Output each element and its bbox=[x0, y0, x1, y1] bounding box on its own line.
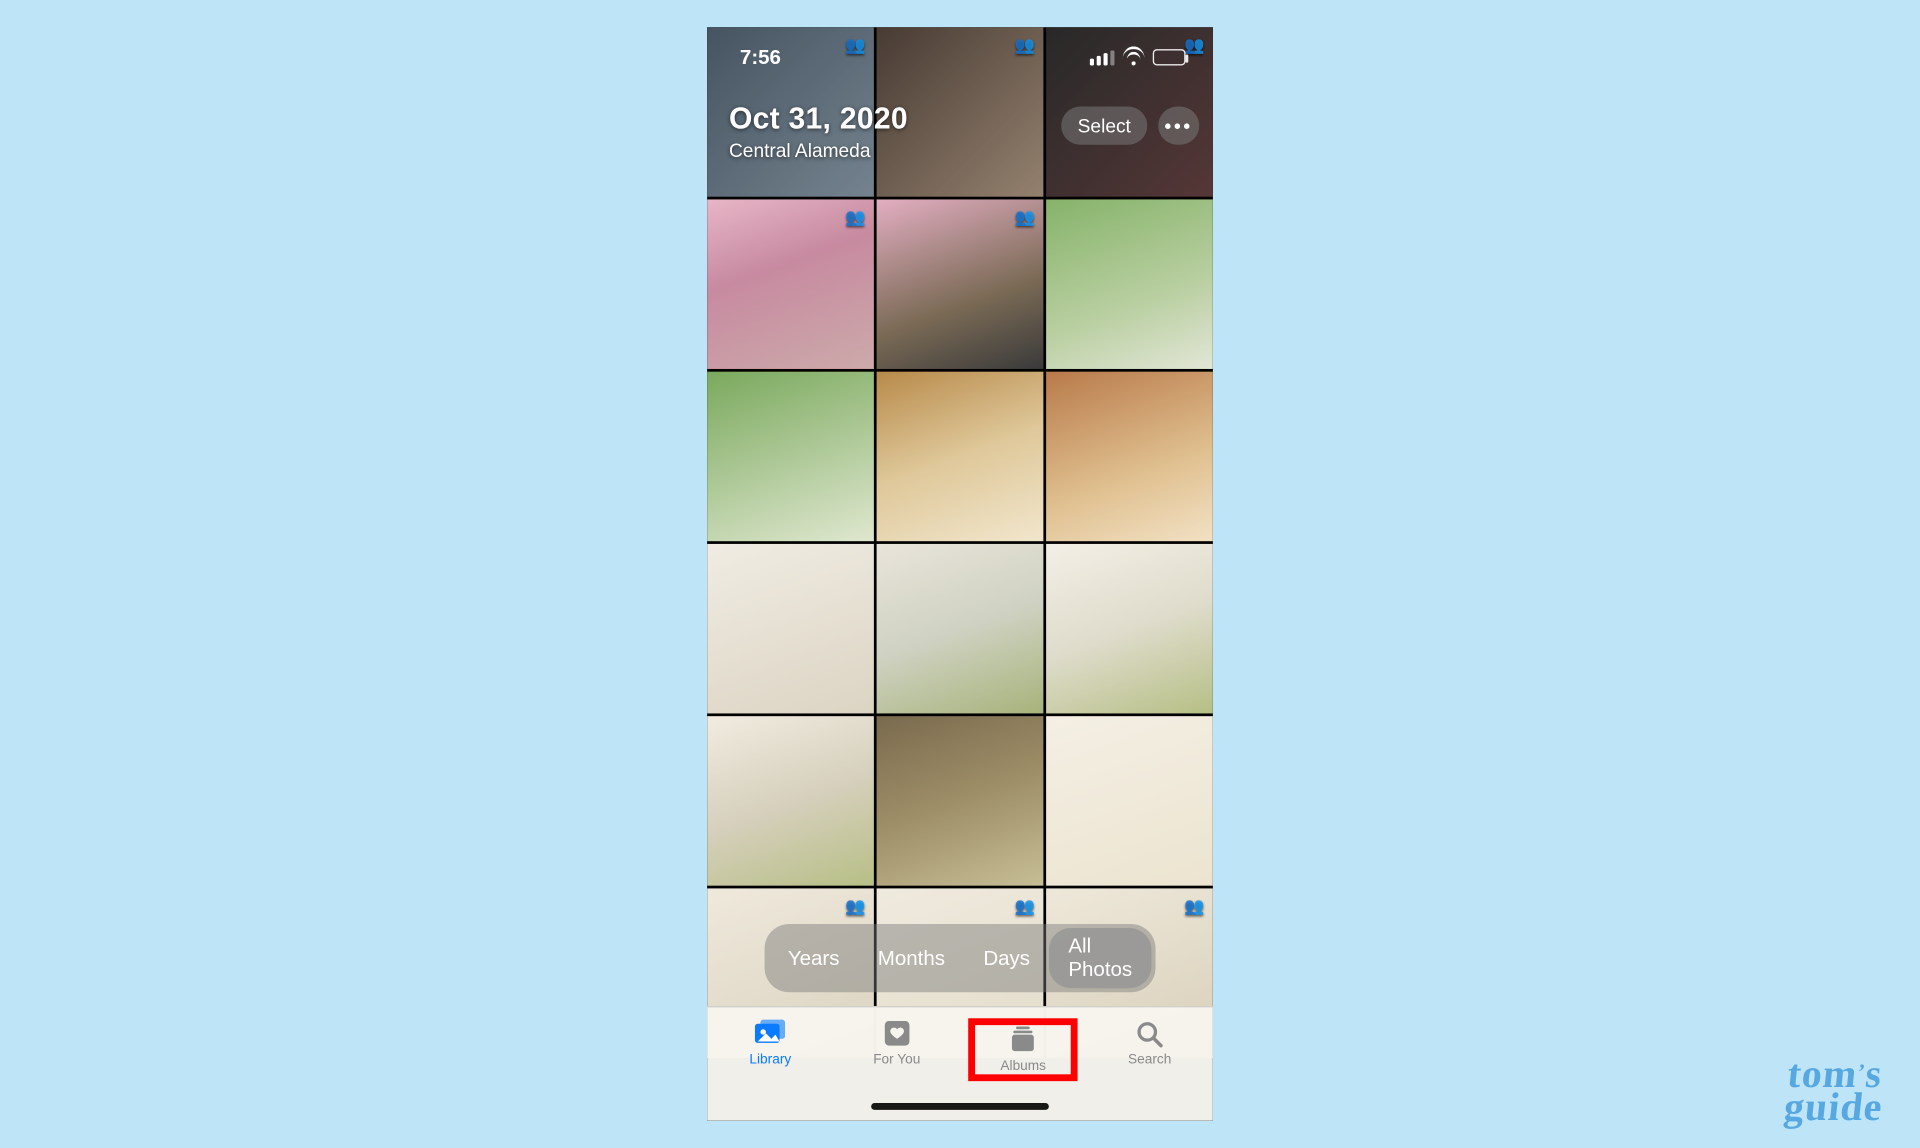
photo-thumbnail[interactable] bbox=[877, 372, 1044, 542]
photo-thumbnail[interactable] bbox=[1046, 544, 1213, 714]
segment-months[interactable]: Months bbox=[859, 940, 965, 977]
photo-thumbnail[interactable]: 👥 bbox=[877, 199, 1044, 369]
segment-years[interactable]: Years bbox=[769, 940, 859, 977]
albums-icon bbox=[1005, 1025, 1041, 1055]
photo-thumbnail[interactable]: 👥 bbox=[707, 199, 874, 369]
people-badge-icon: 👥 bbox=[1015, 897, 1035, 916]
tab-label: Library bbox=[749, 1052, 791, 1067]
people-badge-icon: 👥 bbox=[845, 208, 865, 227]
header-date: Oct 31, 2020 bbox=[729, 101, 908, 137]
more-button[interactable]: ••• bbox=[1158, 106, 1199, 144]
photo-thumbnail[interactable] bbox=[1046, 199, 1213, 369]
tab-albums[interactable]: Albums bbox=[969, 1018, 1078, 1081]
search-icon bbox=[1132, 1018, 1168, 1048]
people-badge-icon: 👥 bbox=[1015, 208, 1035, 227]
photo-thumbnail[interactable] bbox=[707, 372, 874, 542]
watermark-line2: guide bbox=[1782, 1091, 1884, 1124]
people-badge-icon: 👥 bbox=[1184, 897, 1204, 916]
for-you-icon bbox=[879, 1018, 915, 1048]
watermark-toms-guide: tom’s guide bbox=[1782, 1058, 1887, 1124]
iphone-screenshot: 👥 👥 👥 👥 👥 👥 👥 👥 7:56 bbox=[707, 27, 1213, 1121]
grid-header: Oct 31, 2020 Central Alameda bbox=[729, 101, 908, 161]
select-label: Select bbox=[1078, 115, 1131, 137]
tab-search[interactable]: Search bbox=[1095, 1018, 1204, 1067]
photo-thumbnail[interactable] bbox=[1046, 716, 1213, 886]
wifi-icon bbox=[1123, 49, 1145, 65]
battery-icon bbox=[1153, 49, 1186, 65]
status-bar: 7:56 bbox=[707, 27, 1213, 87]
segment-all-photos[interactable]: All Photos bbox=[1049, 928, 1151, 988]
photo-thumbnail[interactable] bbox=[1046, 372, 1213, 542]
tab-for-you[interactable]: For You bbox=[842, 1018, 951, 1067]
segment-days[interactable]: Days bbox=[964, 940, 1049, 977]
status-time: 7:56 bbox=[740, 46, 781, 69]
view-segmented-control[interactable]: Years Months Days All Photos bbox=[765, 924, 1156, 992]
select-button[interactable]: Select bbox=[1061, 106, 1147, 144]
more-icon: ••• bbox=[1165, 115, 1193, 137]
tab-label: Albums bbox=[1000, 1059, 1046, 1074]
tab-library[interactable]: Library bbox=[716, 1018, 825, 1067]
library-icon bbox=[753, 1018, 789, 1048]
cellular-icon bbox=[1090, 50, 1115, 65]
photo-thumbnail[interactable] bbox=[707, 544, 874, 714]
header-location: Central Alameda bbox=[729, 139, 908, 161]
tab-label: Search bbox=[1128, 1052, 1171, 1067]
home-indicator[interactable] bbox=[871, 1103, 1049, 1110]
photo-thumbnail[interactable] bbox=[877, 716, 1044, 886]
photo-thumbnail[interactable] bbox=[877, 544, 1044, 714]
people-badge-icon: 👥 bbox=[845, 897, 865, 916]
photo-thumbnail[interactable] bbox=[707, 716, 874, 886]
tab-label: For You bbox=[873, 1052, 920, 1067]
